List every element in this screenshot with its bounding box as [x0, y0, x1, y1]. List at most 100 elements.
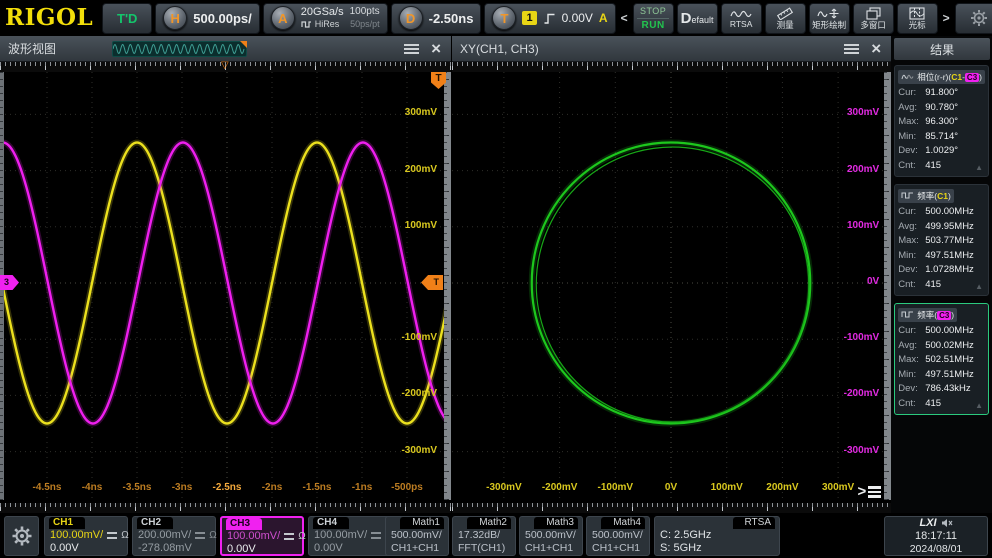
- waveform-plot[interactable]: -4.5ns -4ns -3.5ns -3ns -2.5ns -2ns -1.5ns -1ns…: [0, 72, 452, 513]
- trigger-status-indicator[interactable]: T'D: [102, 2, 153, 34]
- channel-box-ch1[interactable]: CH1 100.00mV/ Ω 0.00V: [44, 516, 129, 556]
- ch2-tab[interactable]: CH2: [137, 517, 174, 529]
- math4-box[interactable]: Math4 500.00mV/ CH1+CH1: [586, 516, 650, 556]
- xy-plot[interactable]: -300mV -200mV -100mV 0V 100mV 200mV 300mV 300m…: [452, 72, 892, 513]
- default-button[interactable]: Default: [676, 2, 718, 34]
- horizontal-scale-value: 500.00ps/: [193, 10, 252, 26]
- multi-window-button[interactable]: 多窗口: [852, 2, 894, 34]
- xy-menu-icon[interactable]: [842, 42, 861, 56]
- ch1-tab[interactable]: CH1: [49, 517, 86, 529]
- math1-tab[interactable]: Math1: [400, 517, 444, 529]
- xy-panel-title: XY(CH1, CH3): [460, 41, 539, 56]
- dc-coupling-icon: [371, 532, 382, 539]
- frequency-icon: [901, 192, 914, 199]
- frequency-icon: [901, 311, 914, 318]
- horizontal-knob[interactable]: H: [163, 6, 188, 30]
- cursor-button[interactable]: 光标: [896, 2, 938, 34]
- ch1-offset-value: 0.00V: [50, 542, 79, 554]
- rtsa-box[interactable]: RTSA C: 2.5GHz S: 5GHz: [654, 516, 780, 556]
- measurement-card-2[interactable]: 频率(C1) Cur: 500.00MHz Avg: 499.95MHz Max: 503.…: [894, 184, 989, 296]
- measurement-row: Dev: 786.43kHz: [898, 383, 971, 394]
- rect-draw-label: 矩形绘制: [812, 19, 847, 30]
- acquire-knob[interactable]: A: [270, 6, 295, 30]
- rtsa-tab[interactable]: RTSA: [732, 517, 775, 529]
- sample-rate-value: 20GSa/s: [300, 6, 344, 18]
- bottom-status-bar: CH1 100.00mV/ Ω 0.00V CH2 200.00mV/ Ω -2…: [0, 513, 992, 558]
- xy-right-scrollbar[interactable]: [884, 72, 892, 500]
- measurement-card-tab: 频率(C1): [898, 188, 954, 203]
- waveform-panel: 波形视图 × ▽ -4.5ns -4ns -3.5ns -3ns -2.5ns -2ns -…: [0, 36, 453, 513]
- math3-scale: 500.00mV/: [525, 529, 576, 541]
- measurement-row: Max: 502.51MHz: [898, 354, 974, 365]
- ch3-tab[interactable]: CH3: [226, 518, 263, 530]
- measurement-rows: Cur: 500.00MHz Avg: 500.02MHz Max: 502.51MHz M…: [898, 324, 985, 411]
- waveform-right-scrollbar[interactable]: [444, 72, 452, 500]
- waveform-top-ruler[interactable]: ▽: [0, 60, 452, 72]
- stop-run-button[interactable]: STOP RUN: [632, 2, 674, 34]
- measurement-card-3[interactable]: 频率(C3) Cur: 500.00MHz Avg: 500.02MHz Max: 502.…: [894, 303, 989, 415]
- measurement-rows: Cur: 91.800° Avg: 90.780° Max: 96.300° Min: 85.…: [898, 86, 985, 173]
- ch2-scale-value: 200.00mV/: [138, 529, 192, 541]
- trigger-knob[interactable]: T: [492, 6, 517, 30]
- datetime-box[interactable]: LXI 18:17:11 2024/08/01: [884, 516, 988, 556]
- results-title: 结果: [930, 42, 955, 57]
- collapse-icon[interactable]: ▲: [975, 401, 983, 410]
- channel-box-ch2[interactable]: CH2 200.00mV/ Ω -278.08mV: [132, 516, 217, 556]
- results-header[interactable]: 结果: [894, 38, 990, 60]
- rtsa-button[interactable]: RTSA: [720, 2, 762, 34]
- measurement-title: 相位(r-r)(C1- C3): [917, 71, 982, 82]
- settings-button[interactable]: [954, 2, 992, 34]
- measurement-row: Max: 96.300°: [898, 116, 959, 127]
- ch2-offset-value: -278.08mV: [138, 542, 192, 554]
- measurement-row: Cnt: 415: [898, 397, 942, 409]
- trigger-control[interactable]: T 1 0.00V A: [484, 2, 616, 34]
- multi-window-label: 多窗口: [860, 19, 886, 30]
- measure-button[interactable]: 测量: [764, 2, 806, 34]
- rect-draw-button[interactable]: 矩形绘制: [808, 2, 850, 34]
- toolbar-scroll-left-icon[interactable]: <: [619, 11, 630, 25]
- delay-control[interactable]: D -2.50ns: [390, 2, 482, 34]
- measurement-card-1[interactable]: 相位(r-r)(C1- C3) Cur: 91.800° Avg: 90.780° Max:…: [894, 65, 989, 177]
- waveform-preview-strip[interactable]: [112, 40, 248, 57]
- math4-expr: CH1+CH1: [592, 542, 641, 554]
- toolbar-scroll-right-icon[interactable]: >: [941, 11, 952, 25]
- math3-tab[interactable]: Math3: [534, 517, 578, 529]
- ch3-scale-value: 100.00mV/: [227, 530, 281, 542]
- collapse-icon[interactable]: ▲: [975, 282, 983, 291]
- channel-box-ch3[interactable]: CH3 100.00mV/ Ω 0.00V: [220, 516, 306, 556]
- waveform-close-icon[interactable]: ×: [429, 40, 443, 57]
- acquire-control[interactable]: A 20GSa/s HiRes 100pts 50ps/pt: [262, 2, 388, 34]
- math2-tab[interactable]: Math2: [467, 517, 511, 529]
- measurement-row: Avg: 500.02MHz: [898, 339, 974, 351]
- windows-stack-icon: [866, 6, 881, 20]
- expansion-center-marker[interactable]: ▽: [221, 60, 229, 72]
- xy-panel-header: XY(CH1, CH3) ×: [452, 36, 892, 62]
- acquire-mode-label: HiRes: [314, 19, 340, 29]
- ch4-tab[interactable]: CH4: [313, 517, 350, 529]
- math3-box[interactable]: Math3 500.00mV/ CH1+CH1: [519, 516, 583, 556]
- horizontal-scale-control[interactable]: H 500.00ps/: [155, 2, 260, 34]
- trigger-status-label: T'D: [117, 10, 138, 26]
- xy-bottom-ruler: [452, 503, 892, 513]
- math2-scale: 17.32dB/: [458, 529, 501, 541]
- cursor-icon: [909, 6, 925, 20]
- measurement-row: Cur: 91.800°: [898, 87, 959, 98]
- menu-gear-button[interactable]: [4, 516, 39, 556]
- measurement-row: Dev: 1.0029°: [898, 145, 959, 156]
- sine-wave-icon: [730, 10, 752, 17]
- hires-icon: [301, 21, 311, 28]
- math4-tab[interactable]: Math4: [601, 517, 645, 529]
- channel-box-ch4[interactable]: CH4 100.00mV/ 0.00V: [308, 516, 392, 556]
- waveform-menu-icon[interactable]: [402, 42, 421, 56]
- clock-date: 2024/08/01: [909, 542, 963, 555]
- ch1-scale-value: 100.00mV/: [50, 529, 104, 541]
- results-sidebar: 结果 相位(r-r)(C1- C3) Cur: 91.800° Avg: 90.780° M…: [891, 36, 992, 513]
- xy-panel: XY(CH1, CH3) × -300mV -200mV -100mV 0V 100mV…: [452, 36, 892, 513]
- xy-expand-icon[interactable]: >: [857, 484, 882, 499]
- math2-box[interactable]: Math2 17.32dB/ FFT(CH1): [452, 516, 516, 556]
- xy-close-icon[interactable]: ×: [869, 40, 883, 57]
- math1-box[interactable]: Math1 500.00mV/ CH1+CH1: [385, 516, 449, 556]
- delay-knob[interactable]: D: [398, 6, 423, 30]
- collapse-icon[interactable]: ▲: [975, 163, 983, 172]
- dc-coupling-icon: [107, 532, 118, 539]
